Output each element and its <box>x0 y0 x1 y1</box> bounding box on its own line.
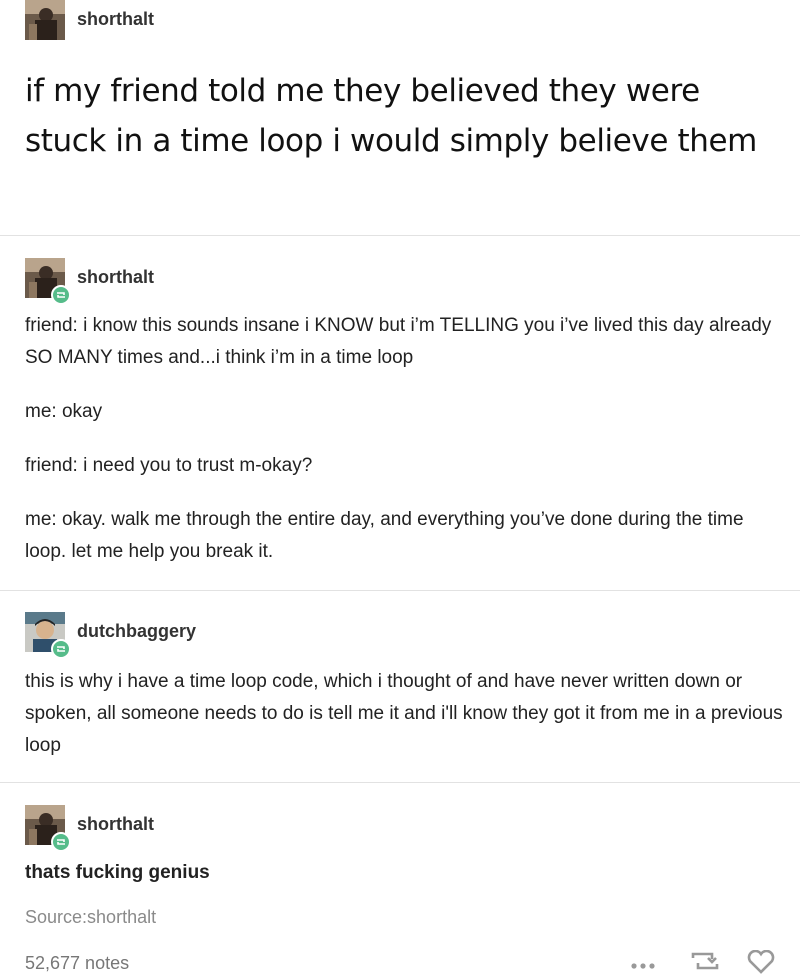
reblog-post: shorthalt friend: i know this sounds ins… <box>0 258 800 590</box>
reblog-badge-icon <box>51 639 71 659</box>
avatar-shorthalt[interactable] <box>25 0 65 40</box>
avatar-dutchbaggery[interactable] <box>25 612 71 659</box>
divider <box>0 782 800 783</box>
post-paragraph: friend: i need you to trust m-okay? <box>25 455 313 476</box>
username[interactable]: dutchbaggery <box>77 621 196 642</box>
source-line: Source:shorthalt <box>25 907 156 928</box>
username[interactable]: shorthalt <box>77 9 154 30</box>
post-original: shorthalt if my friend told me they beli… <box>0 0 800 235</box>
divider <box>0 590 800 591</box>
post-title: if my friend told me they believed they … <box>25 73 757 159</box>
more-icon[interactable] <box>630 958 656 976</box>
divider <box>0 235 800 236</box>
post-paragraph: thats fucking genius <box>25 862 210 883</box>
notes-count[interactable]: 52,677 notes <box>25 953 129 974</box>
post-paragraph: this is why i have a time loop code, whi… <box>25 671 783 756</box>
post-paragraph: me: okay <box>25 401 103 422</box>
post-paragraph: friend: i know this sounds insane i KNOW… <box>25 315 772 368</box>
avatar-shorthalt[interactable] <box>25 258 71 305</box>
reblog-post: shorthalt thats fucking genius <box>0 805 800 895</box>
reblog-badge-icon <box>51 285 71 305</box>
username[interactable]: shorthalt <box>77 267 154 288</box>
reblog-badge-icon <box>51 832 71 852</box>
post-paragraph: me: okay. walk me through the entire day… <box>25 509 744 562</box>
reblog-icon[interactable] <box>690 950 720 977</box>
source-link[interactable]: shorthalt <box>87 907 156 927</box>
like-icon[interactable] <box>746 949 776 979</box>
source-label: Source: <box>25 907 88 927</box>
avatar-image <box>25 0 65 40</box>
reblog-post: dutchbaggery this is why i have a time l… <box>0 612 800 782</box>
username[interactable]: shorthalt <box>77 814 154 835</box>
avatar-shorthalt[interactable] <box>25 805 71 852</box>
